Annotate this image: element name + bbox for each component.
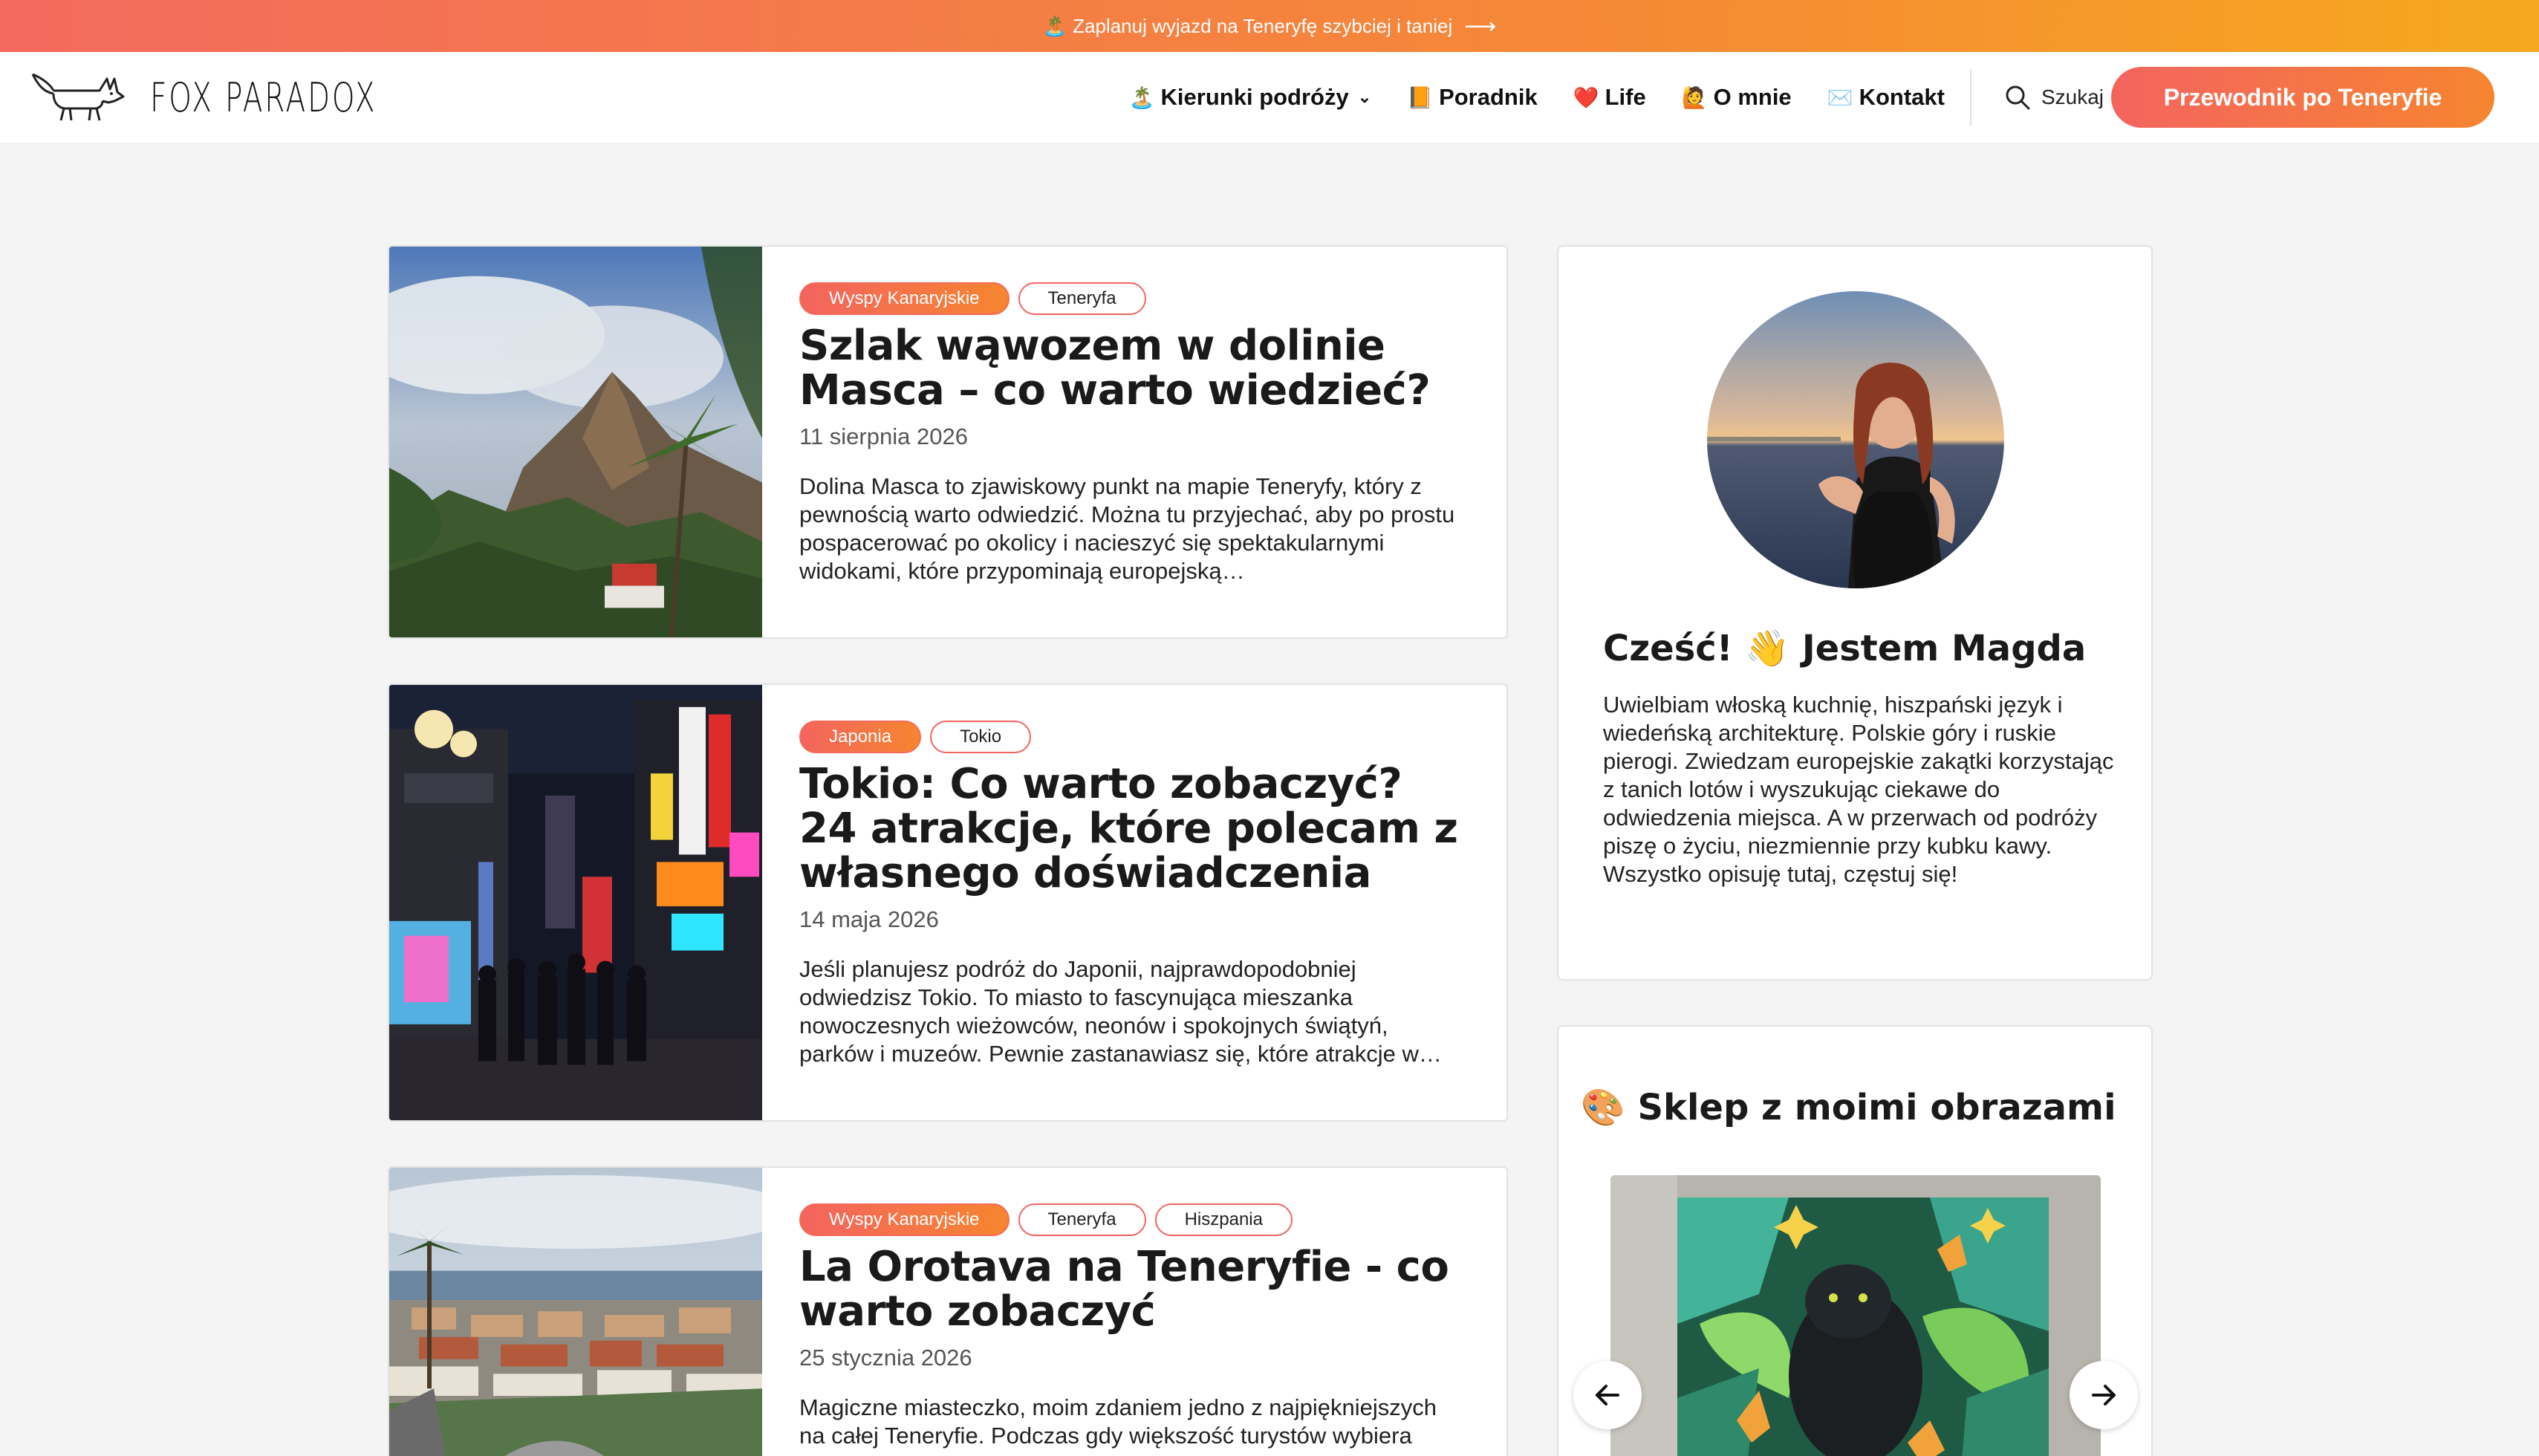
tag-japan[interactable]: Japonia — [799, 721, 922, 753]
carousel-prev-button[interactable] — [1573, 1361, 1642, 1429]
post-thumbnail-tokyo[interactable] — [389, 685, 762, 1120]
tenerife-guide-button[interactable]: Przewodnik po Teneryfie — [2111, 67, 2494, 128]
about-text: Uwielbiam włoską kuchnię, hiszpański jęz… — [1603, 692, 2114, 887]
shop-widget: 🎨 Sklep z moimi obrazami — [1557, 1025, 2153, 1456]
post-excerpt: Jeśli planujesz podróż do Japonii, najpr… — [799, 956, 1442, 1067]
post-excerpt: Dolina Masca to zjawiskowy punkt na mapi… — [799, 473, 1455, 584]
promo-bar[interactable]: 🏝️ Zaplanuj wyjazd na Teneryfę szybciej … — [0, 0, 2539, 52]
search-button[interactable]: Szukaj — [2004, 84, 2104, 111]
promo-text[interactable]: Zaplanuj wyjazd na Teneryfę szybciej i t… — [1073, 15, 1452, 38]
about-title: Cześć! 👋 Jestem Magda — [1603, 628, 2087, 669]
site-logo[interactable]: FOX PARADOX — [28, 68, 465, 126]
nav-item-life[interactable]: ❤️ Life — [1573, 84, 1646, 111]
post-date: 11 sierpnia 2026 — [799, 423, 968, 449]
book-emoji-icon: 📙 — [1407, 85, 1434, 109]
tag-tokyo[interactable]: Tokio — [930, 721, 1032, 753]
post-thumbnail-la-orotava[interactable] — [389, 1168, 762, 1456]
nav-label: Life — [1605, 84, 1646, 110]
painting-image[interactable] — [1610, 1175, 2101, 1456]
nav-item-about[interactable]: 🙋 O mnie — [1682, 84, 1792, 111]
envelope-emoji-icon: ✉️ — [1827, 85, 1853, 109]
fox-logo-icon — [31, 73, 125, 121]
post-date: 25 stycznia 2026 — [799, 1345, 972, 1371]
nav-item-guide[interactable]: 📙 Poradnik — [1407, 84, 1538, 111]
arrow-right-icon — [2092, 1385, 2116, 1405]
post-card[interactable]: Wyspy Kanaryjskie Teneryfa Hiszpania La … — [388, 1166, 1508, 1456]
post-thumbnail-masca[interactable] — [389, 247, 762, 637]
nav-label: Kierunki podróży — [1160, 84, 1349, 110]
search-label: Szukaj — [2041, 85, 2104, 108]
tag-tenerife[interactable]: Teneryfa — [1018, 1203, 1146, 1236]
tag-tenerife[interactable]: Teneryfa — [1018, 282, 1146, 315]
post-card[interactable]: Japonia Tokio Tokio: Co warto zobaczyć? … — [388, 683, 1508, 1122]
post-tags: Wyspy Kanaryjskie Teneryfa Hiszpania — [799, 1203, 1462, 1236]
palm-island-emoji-icon: 🏝️ — [1042, 14, 1067, 37]
tag-canary-islands[interactable]: Wyspy Kanaryjskie — [799, 1203, 1010, 1236]
nav-item-destinations[interactable]: 🏝️ Kierunki podróży ⌄ — [1129, 84, 1372, 111]
nav-item-contact[interactable]: ✉️ Kontakt — [1827, 84, 1945, 111]
post-tags: Wyspy Kanaryjskie Teneryfa — [799, 282, 1462, 315]
main-nav: 🏝️ Kierunki podróży ⌄ 📙 Poradnik ❤️ Life… — [1093, 52, 2138, 143]
post-excerpt: Magiczne miasteczko, moim zdaniem jedno … — [799, 1394, 1437, 1449]
post-title[interactable]: Tokio: Co warto zobaczyć? 24 atrakcje, k… — [799, 762, 1462, 896]
tag-spain[interactable]: Hiszpania — [1154, 1203, 1293, 1236]
carousel-next-button[interactable] — [2070, 1361, 2138, 1429]
tag-canary-islands[interactable]: Wyspy Kanaryjskie — [799, 282, 1010, 315]
heart-emoji-icon: ❤️ — [1573, 85, 1599, 109]
person-emoji-icon: 🙋 — [1681, 85, 1708, 109]
post-body: Wyspy Kanaryjskie Teneryfa Szlak wąwozem… — [799, 282, 1462, 585]
author-avatar[interactable] — [1707, 291, 2004, 588]
nav-label: O mnie — [1713, 84, 1792, 110]
chevron-down-icon: ⌄ — [1357, 88, 1372, 106]
logo-text: FOX PARADOX — [150, 74, 377, 121]
palm-island-emoji-icon: 🏝️ — [1128, 85, 1155, 109]
post-body: Japonia Tokio Tokio: Co warto zobaczyć? … — [799, 721, 1462, 1068]
nav-label: Kontakt — [1859, 84, 1945, 110]
post-card[interactable]: Wyspy Kanaryjskie Teneryfa Szlak wąwozem… — [388, 245, 1508, 639]
post-title[interactable]: La Orotava na Teneryfie - co warto zobac… — [799, 1245, 1462, 1334]
search-icon — [2006, 85, 2030, 110]
post-tags: Japonia Tokio — [799, 721, 1462, 753]
arrow-left-icon — [1596, 1385, 1619, 1405]
post-title[interactable]: Szlak wąwozem w dolinie Masca – co warto… — [799, 324, 1462, 413]
about-widget: Cześć! 👋 Jestem Magda Uwielbiam włoską k… — [1557, 245, 2153, 981]
site-header: FOX PARADOX 🏝️ Kierunki podróży ⌄ 📙 Pora… — [0, 52, 2539, 143]
arrow-right-icon: ⟶ — [1464, 13, 1497, 39]
post-body: Wyspy Kanaryjskie Teneryfa Hiszpania La … — [799, 1203, 1462, 1450]
post-date: 14 maja 2026 — [799, 906, 939, 932]
nav-label: Poradnik — [1439, 84, 1538, 110]
shop-title: 🎨 Sklep z moimi obrazami — [1581, 1087, 2116, 1128]
nav-divider — [1969, 69, 1971, 126]
